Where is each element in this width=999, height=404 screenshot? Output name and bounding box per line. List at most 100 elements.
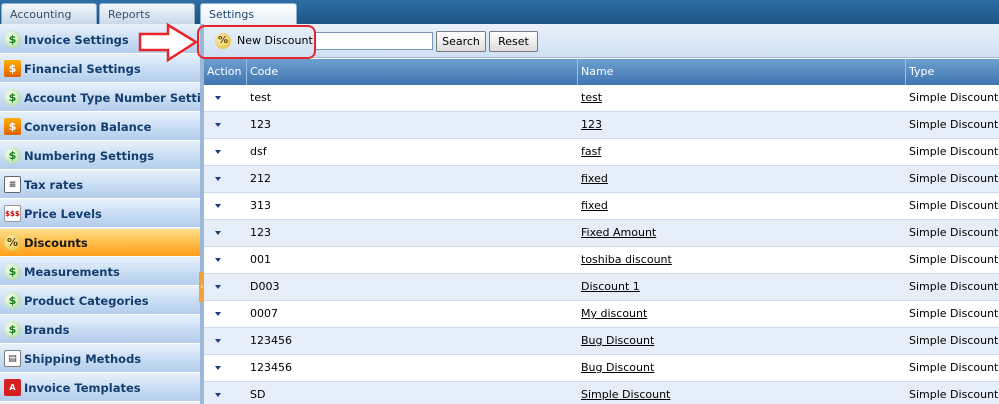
caret-down-icon [215, 123, 221, 127]
column-header-name[interactable]: Name [578, 59, 906, 85]
cell-name-link[interactable]: fixed [578, 166, 906, 192]
caret-down-icon [215, 285, 221, 289]
dollar-settings-icon: $ [4, 31, 21, 48]
cell-name-link[interactable]: 123 [578, 112, 906, 138]
row-action-menu[interactable] [204, 355, 247, 381]
cell-name-link[interactable]: test [578, 85, 906, 111]
sidebar-item-label: Invoice Settings [24, 32, 129, 47]
row-action-menu[interactable] [204, 328, 247, 354]
sidebar-item-label: Price Levels [24, 206, 102, 221]
sidebar-item-label: Tax rates [24, 177, 84, 192]
cell-name-link[interactable]: Bug Discount [578, 355, 906, 381]
column-header-code[interactable]: Code [247, 59, 578, 85]
sidebar-item-conversion-balance[interactable]: $ Conversion Balance [0, 113, 200, 141]
sidebar-item-label: Brands [24, 322, 70, 337]
column-header-action[interactable]: Action [204, 59, 247, 85]
price-tag-icon: $$$ [4, 205, 21, 222]
table-row[interactable]: 123 123 Simple Discount [204, 112, 999, 139]
cell-name-link[interactable]: Discount 1 [578, 274, 906, 300]
row-action-menu[interactable] [204, 247, 247, 273]
row-action-menu[interactable] [204, 274, 247, 300]
cell-name-link[interactable]: Simple Discount [578, 382, 906, 404]
cell-code: 123 [250, 118, 271, 131]
row-action-menu[interactable] [204, 301, 247, 327]
row-action-menu[interactable] [204, 112, 247, 138]
cell-type: Simple Discount [909, 91, 999, 104]
top-tab-bar: Accounting Reports Settings [0, 0, 999, 24]
table-row[interactable]: SD Simple Discount Simple Discount [204, 382, 999, 404]
cell-name-link[interactable]: fixed [578, 193, 906, 219]
cell-code: D003 [250, 280, 280, 293]
row-action-menu[interactable] [204, 382, 247, 404]
caret-down-icon [215, 393, 221, 397]
search-input[interactable] [314, 32, 433, 50]
cell-name-link[interactable]: My discount [578, 301, 906, 327]
sidebar-item-product-categories[interactable]: $ Product Categories [0, 287, 200, 315]
tab-accounting[interactable]: Accounting [1, 3, 97, 24]
caret-down-icon [215, 96, 221, 100]
tab-reports[interactable]: Reports [99, 3, 195, 24]
cell-code: 123 [250, 226, 271, 239]
reset-button[interactable]: Reset [489, 31, 538, 52]
dollar-settings-icon: $ [4, 89, 21, 106]
row-action-menu[interactable] [204, 139, 247, 165]
row-action-menu[interactable] [204, 193, 247, 219]
table-row[interactable]: 123456 Bug Discount Simple Discount [204, 328, 999, 355]
cell-code: 313 [250, 199, 271, 212]
sidebar-item-discounts[interactable]: % Discounts [0, 229, 200, 257]
cell-code: 212 [250, 172, 271, 185]
cell-type: Simple Discount [909, 280, 999, 293]
column-header-type[interactable]: Type [906, 59, 999, 85]
table-row[interactable]: 123456 Bug Discount Simple Discount [204, 355, 999, 382]
row-action-menu[interactable] [204, 220, 247, 246]
sidebar-item-shipping-methods[interactable]: ▤ Shipping Methods [0, 345, 200, 373]
sidebar-item-measurements[interactable]: $ Measurements [0, 258, 200, 286]
caret-down-icon [215, 204, 221, 208]
cell-type: Simple Discount [909, 118, 999, 131]
sidebar-item-tax-rates[interactable]: ≡ Tax rates [0, 171, 200, 199]
cell-name-link[interactable]: fasf [578, 139, 906, 165]
pdf-icon: A [4, 379, 21, 396]
cell-type: Simple Discount [909, 145, 999, 158]
cell-name-link[interactable]: Fixed Amount [578, 220, 906, 246]
sidebar-item-label: Measurements [24, 264, 120, 279]
cell-code: 001 [250, 253, 271, 266]
sidebar-item-label: Account Type Number Settings [24, 90, 200, 105]
sidebar-item-invoice-templates[interactable]: A Invoice Templates [0, 374, 200, 402]
cell-type: Simple Discount [909, 361, 999, 374]
cell-type: Simple Discount [909, 388, 999, 401]
table-row[interactable]: 313 fixed Simple Discount [204, 193, 999, 220]
sidebar-item-numbering-settings[interactable]: $ Numbering Settings [0, 142, 200, 170]
cell-code: dsf [250, 145, 267, 158]
row-action-menu[interactable] [204, 166, 247, 192]
search-button[interactable]: Search [436, 31, 486, 52]
row-action-menu[interactable] [204, 85, 247, 111]
caret-down-icon [215, 366, 221, 370]
cell-code: test [250, 91, 272, 104]
table-row[interactable]: 0007 My discount Simple Discount [204, 301, 999, 328]
table-row[interactable]: test test Simple Discount [204, 85, 999, 112]
sidebar-item-label: Numbering Settings [24, 148, 155, 163]
table-row[interactable]: 123 Fixed Amount Simple Discount [204, 220, 999, 247]
cell-type: Simple Discount [909, 199, 999, 212]
caret-down-icon [215, 231, 221, 235]
table-row[interactable]: 001 toshiba discount Simple Discount [204, 247, 999, 274]
table-row[interactable]: D003 Discount 1 Simple Discount [204, 274, 999, 301]
dollar-arrows-icon: $ [4, 118, 21, 135]
tab-settings[interactable]: Settings [200, 3, 297, 24]
cell-name-link[interactable]: Bug Discount [578, 328, 906, 354]
cell-type: Simple Discount [909, 307, 999, 320]
caret-down-icon [215, 339, 221, 343]
sidebar-item-account-type-number-settings[interactable]: $ Account Type Number Settings [0, 84, 200, 112]
cell-name-link[interactable]: toshiba discount [578, 247, 906, 273]
sidebar-item-price-levels[interactable]: $$$ Price Levels [0, 200, 200, 228]
sidebar-item-brands[interactable]: $ Brands [0, 316, 200, 344]
cell-type: Simple Discount [909, 226, 999, 239]
sidebar-item-label: Financial Settings [24, 61, 141, 76]
table-row[interactable]: dsf fasf Simple Discount [204, 139, 999, 166]
cell-code: SD [250, 388, 266, 401]
table-row[interactable]: 212 fixed Simple Discount [204, 166, 999, 193]
dollar-settings-icon: $ [4, 263, 21, 280]
caret-down-icon [215, 177, 221, 181]
settings-sidebar: $ Invoice Settings $ Financial Settings … [0, 24, 200, 404]
